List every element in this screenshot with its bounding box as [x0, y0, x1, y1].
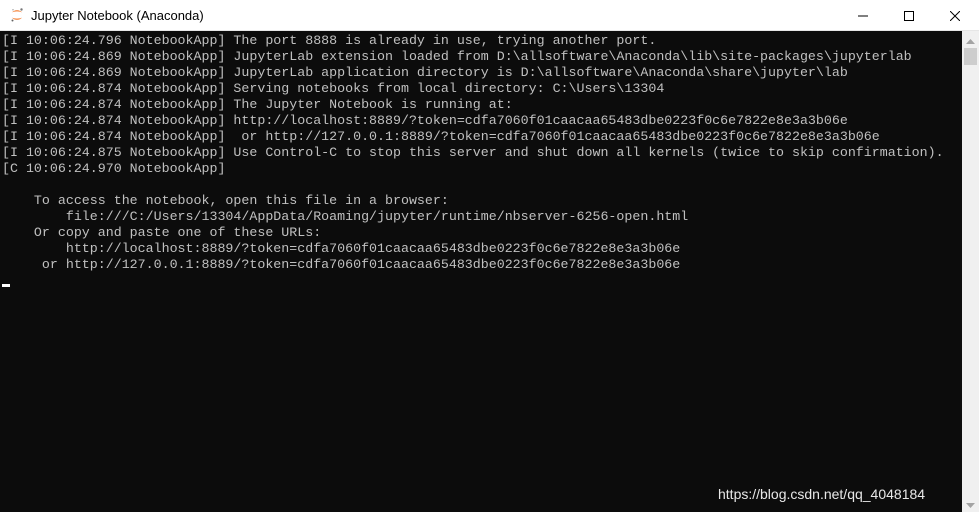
console-line: [I 10:06:24.875 NotebookApp] Use Control… [2, 145, 944, 160]
scroll-down-button[interactable] [962, 495, 979, 512]
console-line: [I 10:06:24.869 NotebookApp] JupyterLab … [2, 49, 912, 64]
console-line: To access the notebook, open this file i… [2, 193, 449, 208]
minimize-icon [858, 11, 868, 21]
maximize-button[interactable] [886, 0, 932, 31]
console-line: [I 10:06:24.874 NotebookApp] The Jupyter… [2, 97, 513, 112]
console-line: [I 10:06:24.874 NotebookApp] http://loca… [2, 113, 848, 128]
title-bar[interactable]: Jupyter Notebook (Anaconda) [0, 0, 979, 31]
console-line: Or copy and paste one of these URLs: [2, 225, 322, 240]
scroll-up-button[interactable] [962, 31, 979, 48]
console-line: [I 10:06:24.796 NotebookApp] The port 88… [2, 33, 657, 48]
console-line: [C 10:06:24.970 NotebookApp] [2, 161, 226, 176]
console-output[interactable]: [I 10:06:24.796 NotebookApp] The port 88… [0, 31, 962, 512]
scroll-down-arrow-icon [966, 495, 975, 513]
text-cursor [2, 284, 10, 287]
close-icon [950, 10, 960, 21]
close-button[interactable] [932, 0, 978, 31]
window-title: Jupyter Notebook (Anaconda) [31, 8, 204, 23]
console-lines: [I 10:06:24.796 NotebookApp] The port 88… [2, 33, 944, 273]
maximize-icon [904, 10, 914, 21]
jupyter-icon[interactable] [9, 7, 25, 23]
console-line: file:///C:/Users/13304/AppData/Roaming/j… [2, 209, 689, 224]
console-line: or http://127.0.0.1:8889/?token=cdfa7060… [2, 257, 681, 272]
console-line: [I 10:06:24.874 NotebookApp] or http://1… [2, 129, 880, 144]
vertical-scrollbar[interactable] [962, 31, 979, 512]
console-line: [I 10:06:24.874 NotebookApp] Serving not… [2, 81, 665, 96]
scroll-thumb[interactable] [964, 48, 977, 65]
minimize-button[interactable] [840, 0, 886, 31]
console-line: http://localhost:8889/?token=cdfa7060f01… [2, 241, 681, 256]
watermark-text: https://blog.csdn.net/qq_4048184 [718, 486, 926, 502]
console-line: [I 10:06:24.869 NotebookApp] JupyterLab … [2, 65, 848, 80]
scroll-up-arrow-icon [966, 31, 975, 49]
